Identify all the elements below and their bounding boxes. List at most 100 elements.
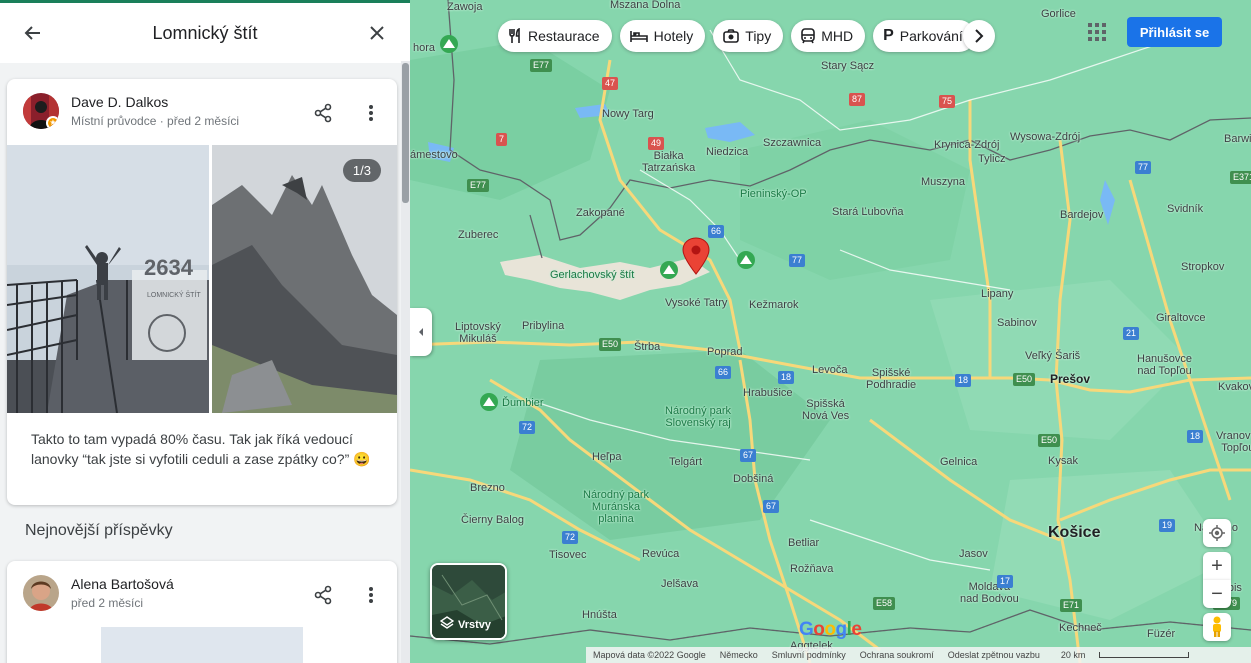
review-author[interactable]: Alena Bartošová před 2 měsíci [23,575,174,611]
map-label: Rožňava [790,563,834,575]
review-author[interactable]: ★ Dave D. Dalkos Místní průvodce · před … [23,93,239,129]
review-text: Takto to tam vypadá 80% času. Tak jak ří… [31,431,371,467]
more-vert-icon [369,105,373,121]
map-label: Krynica-Zdrój [934,139,1000,151]
chips-scroll-right-button[interactable] [962,20,995,52]
review-photo[interactable]: 2634 LOMNICKÝ ŠTÍT [7,145,209,413]
review-photo[interactable] [101,627,303,663]
map-label: Tylicz [978,153,1006,165]
map-label: Niedzica [706,146,749,158]
road-shield: 47 [602,77,619,90]
back-button[interactable] [17,17,49,49]
review-photo[interactable] [212,145,397,413]
street-view-button[interactable] [1203,613,1231,641]
road-shield: 72 [519,421,536,434]
plus-icon: + [1211,554,1223,577]
map-canvas[interactable]: Zawoja Mszana Dolna Gorlice hora Stary S… [410,0,1251,663]
chip-transit[interactable]: MHD [791,20,866,52]
place-panel: Lomnický štít ★ Dave D. Dalkos Místní pr… [0,0,410,663]
map-label: Betliar [788,537,820,549]
map-label: Vysoké Tatry [665,297,728,309]
road-shield: 66 [708,225,725,238]
map-label: Štrba [634,341,661,353]
privacy-link[interactable]: Ochrana soukromí [860,650,934,660]
chip-attractions[interactable]: Tipy [713,20,784,52]
share-icon [314,103,332,123]
camera-icon [723,29,740,43]
chevron-right-icon [975,29,984,43]
more-options-button[interactable] [355,97,387,129]
map-label: Białka Tatrzańska [642,150,696,174]
map-label: Pieninský-OP [740,188,807,200]
share-button[interactable] [307,97,339,129]
sign-in-button[interactable]: Přihlásit se [1127,17,1222,47]
map-label: ámestovo [410,149,458,161]
road-shield: E50 [1038,434,1061,447]
collapse-panel-button[interactable] [410,308,432,356]
map-label: Telgárt [669,456,703,468]
map-label: Svidník [1167,203,1204,215]
map-label: Kvakovce [1218,381,1251,393]
map-label: Poprad [707,346,743,358]
author-name[interactable]: Dave D. Dalkos [71,94,239,111]
chip-parking[interactable]: P Parkování [873,20,975,52]
share-button[interactable] [307,579,339,611]
road-shield: E50 [599,338,622,351]
road-shield: 17 [997,575,1014,588]
map-label: Stropkov [1181,261,1225,273]
map-label: Košice [1048,524,1101,541]
road-shield: 75 [939,95,956,108]
photo-sign-small-text: LOMNICKÝ ŠTÍT [147,290,201,299]
scale-label[interactable]: 20 km [1054,650,1197,660]
more-options-button[interactable] [355,579,387,611]
chip-hotels[interactable]: Hotely [619,20,706,52]
apps-grid-icon [1088,23,1106,41]
map-label: Kechneč [1059,622,1102,634]
scroll-thumb[interactable] [402,63,409,203]
parking-icon: P [883,27,894,44]
road-shield: 67 [740,449,757,462]
author-name[interactable]: Alena Bartošová [71,576,174,593]
map-label: Nowy Targ [602,108,654,120]
avatar[interactable]: ★ [23,93,59,129]
map-label: Kysak [1048,455,1078,467]
map-label: Vranov n Topľou [1216,430,1251,454]
road-shield: 19 [1159,519,1176,532]
map-label: Giraltovce [1156,312,1206,324]
road-shield: 77 [1135,161,1152,174]
map-label: Hrabušice [743,387,793,399]
map-label: Liptovský Mikuláš [455,321,501,345]
road-shield: E50 [1013,373,1036,386]
map-label: Spišská Nová Ves [802,398,850,422]
map-label: Veľký Šariš [1025,350,1081,362]
category-chips: Restaurace Hotely Tipy MHD P Parkování [498,20,1003,52]
map-label: Pribylina [522,320,565,332]
layers-button[interactable]: Vrstvy [430,563,507,640]
my-location-icon [1209,525,1225,541]
chip-restaurants[interactable]: Restaurace [498,20,612,52]
map-label: Stary Sącz [821,60,875,72]
map-label: Zuberec [458,229,499,241]
my-location-button[interactable] [1203,519,1231,547]
zoom-in-button[interactable]: + [1203,552,1231,580]
map-label: Sabinov [997,317,1037,329]
zoom-out-button[interactable]: − [1203,580,1231,608]
terms-link[interactable]: Smluvní podmínky [772,650,846,660]
avatar[interactable] [23,575,59,611]
panel-scrollbar[interactable] [401,61,410,663]
map-label: Národný park Muránska planina [583,489,650,525]
map-label: Jelšava [661,578,699,590]
map-label: Muszyna [921,176,966,188]
google-apps-button[interactable] [1087,22,1111,46]
close-button[interactable] [361,17,393,49]
layers-label: Vrstvy [458,619,492,631]
map-label: Levoča [812,364,848,376]
chip-label: Hotely [653,28,694,44]
map-label: Szczawnica [763,137,822,149]
feedback-link[interactable]: Odeslat zpětnou vazbu [948,650,1040,660]
author-meta: Místní průvodce · před 2 měsíci [71,114,240,128]
page-title: Lomnický štít [152,22,258,43]
country-link[interactable]: Německo [720,650,758,660]
map-label: Tisovec [549,549,587,561]
restaurant-icon [508,28,522,44]
